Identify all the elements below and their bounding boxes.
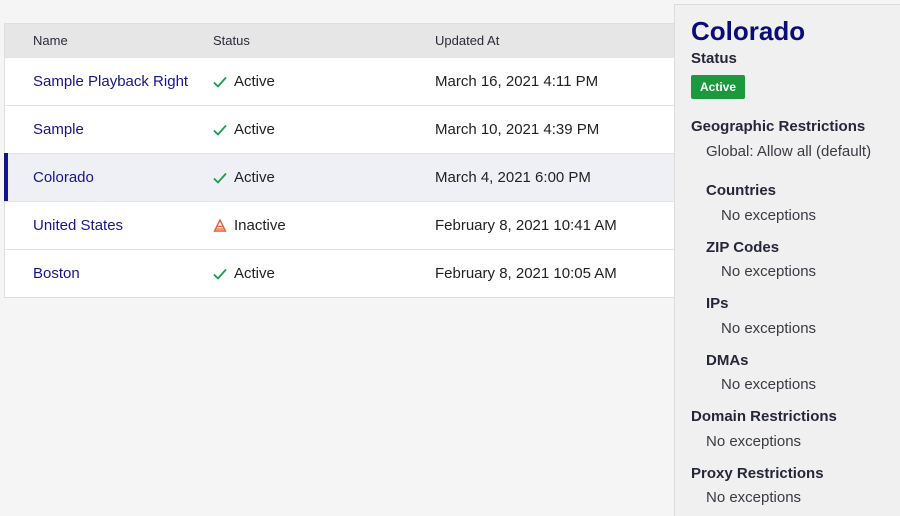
row-name-link[interactable]: Sample — [33, 121, 84, 138]
playback-rights-table: Name Status Updated At Sample Playback R… — [4, 23, 675, 298]
column-header-status[interactable]: Status — [213, 33, 435, 48]
dmas-value: No exceptions — [721, 376, 817, 393]
warning-cone-icon — [213, 218, 233, 233]
proxy-restrictions-value: No exceptions — [706, 489, 802, 506]
geographic-restrictions-value: Global: Allow all (default) — [706, 143, 872, 160]
row-name-link[interactable]: Sample Playback Right — [33, 73, 188, 90]
table-row[interactable]: Boston Active February 8, 2021 10:05 AM — [5, 249, 674, 297]
table-row[interactable]: United States Inactive February 8, 2021 … — [5, 201, 674, 249]
check-icon — [213, 172, 233, 184]
row-updated-at: March 10, 2021 4:39 PM — [435, 121, 600, 138]
row-status: Active — [234, 73, 275, 90]
row-updated-at: February 8, 2021 10:05 AM — [435, 265, 617, 282]
countries-label: Countries — [706, 182, 777, 199]
status-badge: Active — [691, 75, 746, 99]
row-status: Inactive — [234, 217, 286, 234]
details-panel: Colorado Status Active Geographic Restri… — [674, 4, 900, 516]
zip-codes-value: No exceptions — [721, 263, 817, 280]
check-icon — [213, 268, 233, 280]
domain-restrictions-label: Domain Restrictions — [691, 408, 837, 425]
proxy-restrictions-label: Proxy Restrictions — [691, 465, 824, 482]
row-status: Active — [234, 169, 275, 186]
row-updated-at: February 8, 2021 10:41 AM — [435, 217, 617, 234]
row-status: Active — [234, 265, 275, 282]
table-row-selected[interactable]: Colorado Active March 4, 2021 6:00 PM — [4, 153, 674, 201]
zip-codes-label: ZIP Codes — [706, 239, 780, 256]
row-updated-at: March 16, 2021 4:11 PM — [435, 73, 599, 90]
row-status: Active — [234, 121, 275, 138]
ips-value: No exceptions — [721, 320, 817, 337]
column-header-updated-at[interactable]: Updated At — [435, 33, 674, 48]
row-name-link[interactable]: Colorado — [33, 169, 94, 186]
check-icon — [213, 76, 233, 88]
geographic-restrictions-label: Geographic Restrictions — [691, 118, 866, 135]
dmas-label: DMAs — [706, 352, 749, 369]
domain-restrictions-value: No exceptions — [706, 433, 802, 450]
column-header-name[interactable]: Name — [5, 33, 213, 48]
countries-value: No exceptions — [721, 207, 817, 224]
table-row[interactable]: Sample Playback Right Active March 16, 2… — [5, 57, 674, 105]
ips-label: IPs — [706, 295, 729, 312]
status-label: Status — [691, 50, 737, 67]
row-updated-at: March 4, 2021 6:00 PM — [435, 169, 591, 186]
table-header: Name Status Updated At — [5, 24, 674, 57]
check-icon — [213, 124, 233, 136]
row-name-link[interactable]: Boston — [33, 265, 80, 282]
row-name-link[interactable]: United States — [33, 217, 123, 234]
table-row[interactable]: Sample Active March 10, 2021 4:39 PM — [5, 105, 674, 153]
panel-title: Colorado — [691, 16, 806, 46]
